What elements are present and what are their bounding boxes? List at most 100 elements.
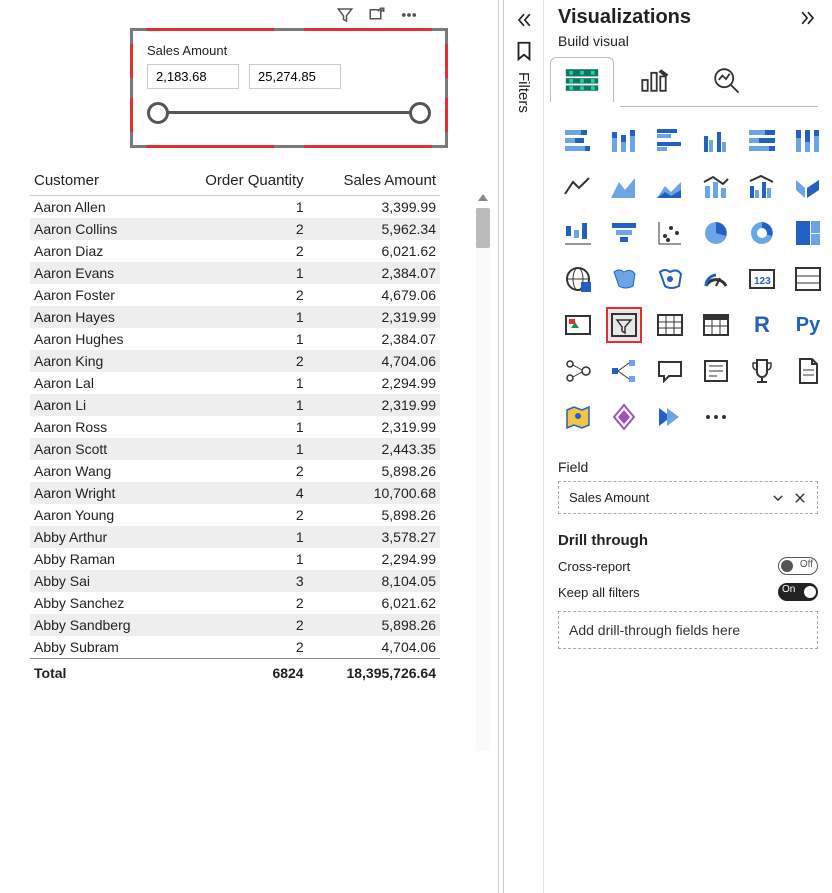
table-row[interactable]: Aaron Ross12,319.99 bbox=[30, 416, 440, 438]
viz-line[interactable] bbox=[560, 169, 596, 205]
slider-handle-left[interactable] bbox=[147, 102, 169, 124]
table-row[interactable]: Abby Sandberg25,898.26 bbox=[30, 614, 440, 636]
viz-ribbon[interactable] bbox=[790, 169, 826, 205]
selection-handle[interactable] bbox=[274, 145, 304, 148]
scroll-up-icon[interactable] bbox=[478, 194, 488, 201]
expand-right-icon[interactable] bbox=[798, 8, 818, 28]
viz-100-stacked-column[interactable] bbox=[790, 123, 826, 159]
viz-map[interactable] bbox=[560, 261, 596, 297]
selection-handle[interactable] bbox=[130, 78, 133, 98]
filters-label[interactable]: Filters bbox=[515, 72, 532, 113]
slicer-to-input[interactable] bbox=[249, 64, 341, 89]
viz-funnel[interactable] bbox=[606, 215, 642, 251]
table-row[interactable]: Aaron Diaz26,021.62 bbox=[30, 240, 440, 262]
viz-decomposition-tree[interactable] bbox=[606, 353, 642, 389]
bookmark-icon[interactable] bbox=[513, 40, 535, 62]
table-row[interactable]: Aaron Li12,319.99 bbox=[30, 394, 440, 416]
cross-report-toggle[interactable]: Off bbox=[778, 557, 818, 575]
viz-multi-row-card[interactable] bbox=[790, 261, 826, 297]
slider-handle-right[interactable] bbox=[409, 102, 431, 124]
viz-scatter[interactable] bbox=[652, 215, 688, 251]
selection-handle[interactable] bbox=[274, 28, 304, 31]
viz-goals[interactable] bbox=[744, 353, 780, 389]
drillthrough-drop-area[interactable]: Add drill-through fields here bbox=[558, 611, 818, 649]
viz-treemap[interactable] bbox=[790, 215, 826, 251]
viz-donut[interactable] bbox=[744, 215, 780, 251]
tab-fields[interactable] bbox=[564, 63, 600, 100]
table-row[interactable]: Aaron Wang25,898.26 bbox=[30, 460, 440, 482]
viz-waterfall[interactable] bbox=[560, 215, 596, 251]
slicer-from-input[interactable] bbox=[147, 64, 239, 89]
collapse-left-icon[interactable] bbox=[514, 10, 534, 30]
viz-line-stacked-column[interactable] bbox=[698, 169, 734, 205]
table-row[interactable]: Abby Sanchez26,021.62 bbox=[30, 592, 440, 614]
selection-handle[interactable] bbox=[432, 132, 448, 148]
viz-kpi[interactable] bbox=[560, 307, 596, 343]
viz-table[interactable] bbox=[652, 307, 688, 343]
range-slider[interactable] bbox=[153, 99, 425, 127]
slicer-visual[interactable]: Sales Amount bbox=[130, 28, 448, 148]
viz-line-clustered-column[interactable] bbox=[744, 169, 780, 205]
viz-qa[interactable] bbox=[652, 353, 688, 389]
viz-pie[interactable] bbox=[698, 215, 734, 251]
viz-arcgis[interactable] bbox=[560, 399, 596, 435]
viz-azure-map[interactable] bbox=[652, 261, 688, 297]
table-row[interactable]: Aaron Hughes12,384.07 bbox=[30, 328, 440, 350]
selection-handle[interactable] bbox=[130, 28, 146, 44]
viz-matrix[interactable] bbox=[698, 307, 734, 343]
table-row[interactable]: Aaron Lal12,294.99 bbox=[30, 372, 440, 394]
keep-filters-toggle[interactable]: On bbox=[778, 583, 818, 601]
table-row[interactable]: Aaron Young25,898.26 bbox=[30, 504, 440, 526]
table-row[interactable]: Aaron King24,704.06 bbox=[30, 350, 440, 372]
viz-get-more[interactable] bbox=[698, 399, 734, 435]
table-row[interactable]: Abby Sai38,104.05 bbox=[30, 570, 440, 592]
filters-pane-collapsed[interactable]: Filters bbox=[504, 0, 544, 893]
slicer-title: Sales Amount bbox=[147, 43, 431, 58]
scrollbar-thumb[interactable] bbox=[476, 208, 490, 248]
viz-filled-map[interactable] bbox=[606, 261, 642, 297]
table-visual[interactable]: Customer Order Quantity Sales Amount Aar… bbox=[30, 166, 478, 796]
viz-100-stacked-bar[interactable] bbox=[744, 123, 780, 159]
table-row[interactable]: Aaron Evans12,384.07 bbox=[30, 262, 440, 284]
table-row[interactable]: Aaron Allen13,399.99 bbox=[30, 196, 440, 219]
field-well[interactable]: Sales Amount bbox=[558, 481, 818, 514]
viz-slicer[interactable] bbox=[606, 307, 642, 343]
chevron-down-icon[interactable] bbox=[771, 491, 785, 505]
viz-clustered-bar[interactable] bbox=[652, 123, 688, 159]
viz-gauge[interactable] bbox=[698, 261, 734, 297]
viz-card[interactable]: 123 bbox=[744, 261, 780, 297]
selection-handle[interactable] bbox=[432, 28, 448, 44]
col-sales-amount[interactable]: Sales Amount bbox=[308, 166, 440, 196]
viz-stacked-column[interactable] bbox=[606, 123, 642, 159]
focus-mode-icon[interactable] bbox=[368, 6, 386, 24]
viz-key-influencers[interactable] bbox=[560, 353, 596, 389]
scrollbar[interactable] bbox=[476, 208, 490, 751]
table-row[interactable]: Abby Raman12,294.99 bbox=[30, 548, 440, 570]
viz-stacked-area[interactable] bbox=[652, 169, 688, 205]
table-row[interactable]: Aaron Foster24,679.06 bbox=[30, 284, 440, 306]
table-row[interactable]: Abby Subram24,704.06 bbox=[30, 636, 440, 659]
viz-power-apps[interactable] bbox=[606, 399, 642, 435]
more-options-icon[interactable] bbox=[400, 6, 418, 24]
viz-power-automate[interactable] bbox=[652, 399, 688, 435]
viz-smart-narrative[interactable] bbox=[698, 353, 734, 389]
table-row[interactable]: Aaron Collins25,962.34 bbox=[30, 218, 440, 240]
tab-analytics[interactable] bbox=[708, 63, 744, 100]
viz-clustered-column[interactable] bbox=[698, 123, 734, 159]
col-order-qty[interactable]: Order Quantity bbox=[168, 166, 308, 196]
table-row[interactable]: Abby Arthur13,578.27 bbox=[30, 526, 440, 548]
selection-handle[interactable] bbox=[445, 78, 448, 98]
table-row[interactable]: Aaron Hayes12,319.99 bbox=[30, 306, 440, 328]
table-row[interactable]: Aaron Wright410,700.68 bbox=[30, 482, 440, 504]
viz-r-script[interactable]: R bbox=[744, 307, 780, 343]
viz-python[interactable]: Py bbox=[790, 307, 826, 343]
viz-stacked-bar[interactable] bbox=[560, 123, 596, 159]
tab-format[interactable] bbox=[636, 63, 672, 100]
viz-paginated-report[interactable] bbox=[790, 353, 826, 389]
selection-handle[interactable] bbox=[130, 132, 146, 148]
remove-field-icon[interactable] bbox=[793, 491, 807, 505]
col-customer[interactable]: Customer bbox=[30, 166, 168, 196]
viz-area[interactable] bbox=[606, 169, 642, 205]
funnel-icon[interactable] bbox=[336, 6, 354, 24]
table-row[interactable]: Aaron Scott12,443.35 bbox=[30, 438, 440, 460]
